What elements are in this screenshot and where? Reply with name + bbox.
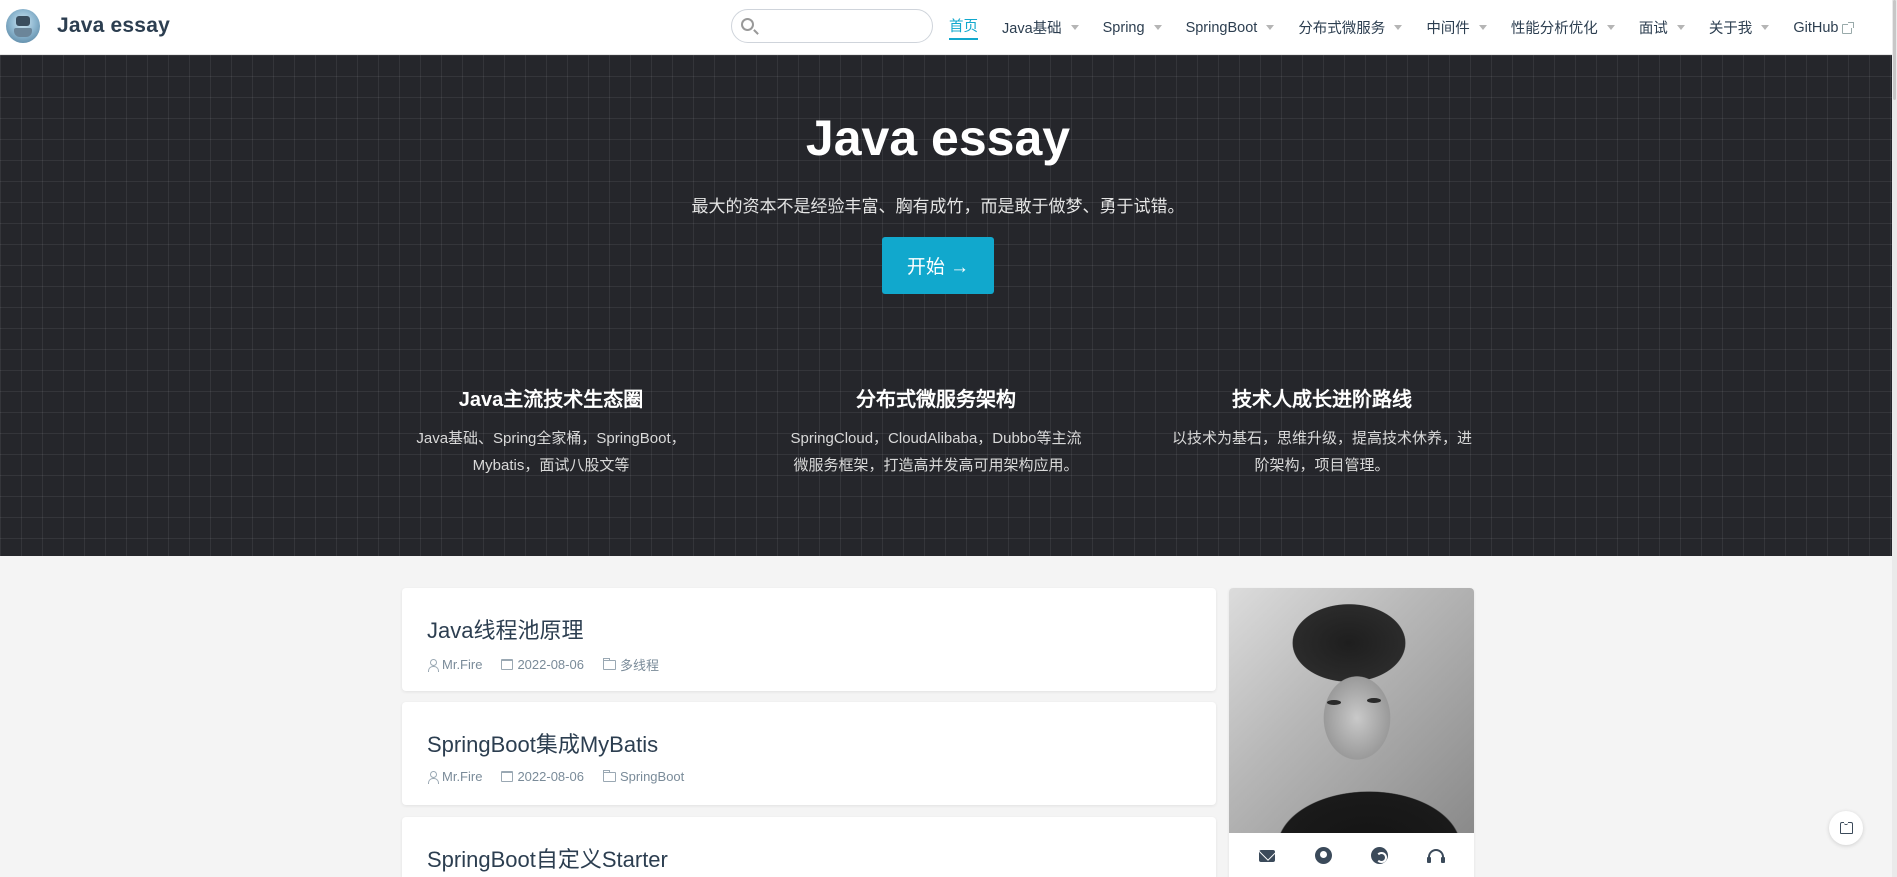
post-date: 2022-08-06	[501, 769, 584, 784]
social-links	[1229, 833, 1474, 877]
avatar	[1229, 588, 1474, 833]
post-title[interactable]: SpringBoot集成MyBatis	[427, 727, 658, 759]
nav-item-label: 首页	[949, 15, 978, 40]
nav-item-performance[interactable]: 性能分析优化	[1511, 0, 1615, 55]
nav-item-java-basics[interactable]: Java基础	[1002, 0, 1079, 55]
page-scrollbar[interactable]	[1892, 0, 1897, 877]
theme-toggle-button[interactable]	[1829, 811, 1863, 845]
post-category-text: SpringBoot	[619, 769, 685, 784]
post-date-text: 2022-08-06	[517, 769, 584, 784]
post-author-name: Mr.Fire	[442, 657, 483, 672]
nav-item-github[interactable]: GitHub	[1793, 0, 1855, 55]
user-icon	[427, 658, 439, 672]
nav-item-middleware[interactable]: 中间件	[1426, 0, 1487, 55]
headphones-icon[interactable]	[1426, 847, 1445, 865]
feature-description: SpringCloud，CloudAlibaba，Dubbo等主流微服务框架，打…	[790, 430, 1082, 474]
nav-item-microservices[interactable]: 分布式微服务	[1298, 0, 1403, 55]
nav-item-label: Spring	[1102, 19, 1145, 36]
top-navbar: Java essay 首页 Java基础 Spring SpringBoot 分…	[0, 0, 1897, 55]
nav-item-label: 面试	[1638, 21, 1668, 37]
nav-item-home[interactable]: 首页	[949, 0, 978, 55]
caret-down-icon	[1478, 25, 1487, 30]
caret-down-icon	[1266, 25, 1275, 30]
feature-item: 分布式微服务架构 SpringCloud，CloudAlibaba，Dubbo等…	[786, 383, 1086, 479]
post-card: SpringBoot集成MyBatis Mr.Fire 2022-08-06 S…	[402, 702, 1216, 805]
caret-down-icon	[1070, 25, 1079, 30]
site-title[interactable]: Java essay	[57, 14, 170, 38]
nav-links: 首页 Java基础 Spring SpringBoot 分布式微服务 中间件 性…	[949, 0, 1876, 55]
post-meta: Mr.Fire 2022-08-06 SpringBoot	[427, 769, 703, 784]
feature-description: 以技术为基石，思维升级，提高技术休养，进阶架构，项目管理。	[1172, 430, 1473, 474]
feature-title: 分布式微服务架构	[856, 389, 1016, 411]
hero-title: Java essay	[805, 110, 1071, 166]
post-card: Java线程池原理 Mr.Fire 2022-08-06 多线程	[402, 588, 1216, 691]
search-input[interactable]	[762, 15, 927, 37]
user-icon	[427, 770, 439, 784]
feature-item: Java主流技术生态圈 Java基础、Spring全家桶，SpringBoot，…	[401, 383, 701, 479]
hero-section: Java essay 最大的资本不是经验丰富、胸有成竹，而是敢于做梦、勇于试错。…	[0, 55, 1892, 556]
calendar-icon	[501, 771, 514, 782]
nav-item-label: 分布式微服务	[1298, 21, 1386, 37]
shirt-icon	[1839, 821, 1853, 834]
folder-icon	[602, 657, 616, 670]
search-icon	[741, 18, 754, 31]
search-box[interactable]	[731, 9, 933, 43]
github-icon[interactable]	[1314, 847, 1332, 865]
nav-item-label: 关于我	[1708, 21, 1753, 37]
hero-tagline: 最大的资本不是经验丰富、胸有成竹，而是敢于做梦、勇于试错。	[691, 197, 1185, 216]
post-category[interactable]: SpringBoot	[602, 769, 685, 784]
nav-item-label: Java基础	[1002, 21, 1062, 37]
feature-title: 技术人成长进阶路线	[1232, 389, 1412, 411]
feature-description: Java基础、Spring全家桶，SpringBoot，Mybatis，面试八股…	[416, 430, 686, 474]
nav-item-springboot[interactable]: SpringBoot	[1186, 0, 1275, 55]
blogger-card	[1229, 588, 1474, 877]
post-date: 2022-08-06	[501, 657, 584, 672]
post-author[interactable]: Mr.Fire	[427, 769, 482, 784]
post-author-name: Mr.Fire	[442, 769, 483, 784]
nav-item-interview[interactable]: 面试	[1639, 0, 1685, 55]
site-logo-icon[interactable]	[6, 9, 40, 43]
nav-item-label: 中间件	[1426, 21, 1470, 37]
post-date-text: 2022-08-06	[517, 657, 584, 672]
post-author[interactable]: Mr.Fire	[427, 657, 482, 672]
gitee-icon[interactable]	[1371, 847, 1389, 865]
post-card: SpringBoot自定义Starter	[402, 817, 1216, 877]
caret-down-icon	[1761, 25, 1770, 30]
nav-item-label: SpringBoot	[1185, 19, 1258, 36]
post-category-text: 多线程	[619, 658, 659, 673]
caret-down-icon	[1153, 25, 1162, 30]
external-link-icon	[1842, 21, 1855, 34]
post-title[interactable]: Java线程池原理	[427, 613, 583, 645]
calendar-icon	[501, 659, 514, 670]
nav-item-label: GitHub	[1793, 19, 1839, 36]
nav-item-spring[interactable]: Spring	[1103, 0, 1162, 55]
post-title[interactable]: SpringBoot自定义Starter	[427, 842, 668, 874]
caret-down-icon	[1394, 25, 1403, 30]
caret-down-icon	[1676, 25, 1685, 30]
avatar-eye	[1327, 700, 1341, 705]
caret-down-icon	[1606, 25, 1615, 30]
nav-item-label: 性能分析优化	[1510, 21, 1598, 37]
nav-item-about[interactable]: 关于我	[1709, 0, 1770, 55]
start-button[interactable]: 开始 →	[882, 237, 994, 294]
mail-icon[interactable]	[1258, 847, 1276, 865]
avatar-eye	[1367, 698, 1381, 703]
post-category[interactable]: 多线程	[602, 655, 659, 674]
post-meta: Mr.Fire 2022-08-06 多线程	[427, 655, 678, 674]
folder-icon	[602, 769, 616, 782]
feature-title: Java主流技术生态圈	[458, 389, 644, 411]
feature-item: 技术人成长进阶路线 以技术为基石，思维升级，提高技术休养，进阶架构，项目管理。	[1172, 383, 1472, 479]
